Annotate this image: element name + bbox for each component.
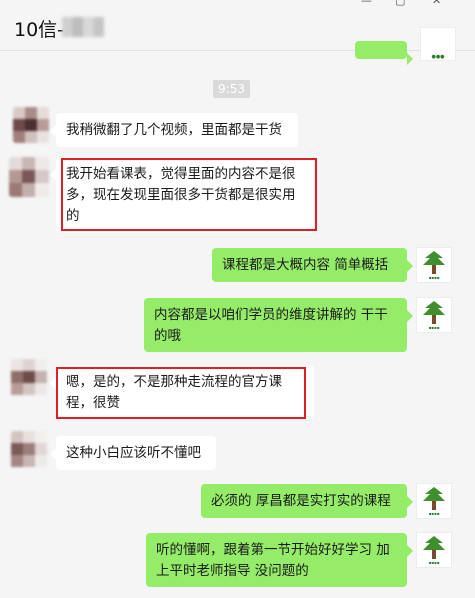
- highlight-box: [61, 158, 317, 231]
- chat-title: 10信-: [14, 19, 65, 41]
- tree-logo-icon: ▪▪▪▪: [423, 301, 445, 330]
- message-bubble-outgoing: 课程都是大概内容 简单概括: [212, 248, 413, 282]
- self-avatar[interactable]: ▪▪▪▪: [416, 483, 452, 519]
- tree-logo-icon: ▪▪▪▪: [423, 487, 445, 516]
- tree-logo-icon: ▪▪▪▪: [423, 536, 445, 565]
- svg-text:●●●: ●●●: [431, 54, 445, 60]
- timestamp-badge: 9:53: [213, 80, 250, 98]
- svg-text:▪▪▪▪: ▪▪▪▪: [429, 560, 440, 565]
- contact-avatar[interactable]: [9, 157, 49, 197]
- highlight-box: [56, 367, 306, 419]
- svg-text:▪▪▪▪: ▪▪▪▪: [429, 275, 440, 280]
- tree-logo-icon: ●●●: [431, 54, 445, 60]
- message-bubble-outgoing: 听的懂啊，跟着第一节开始好好学习 加上平时老师指导 没问题的: [146, 533, 413, 587]
- self-avatar[interactable]: ▪▪▪▪: [416, 297, 452, 333]
- message-bubble-partial: [355, 41, 413, 65]
- message-list[interactable]: ●●● 9:53 我稍微翻了几个视频，里面都是干货 我开始看课表，觉得里面的内容…: [0, 27, 475, 598]
- self-avatar[interactable]: ▪▪▪▪: [416, 247, 452, 283]
- contact-avatar[interactable]: [13, 107, 49, 143]
- message-bubble-incoming: 这种小白应该听不懂吧: [50, 436, 216, 470]
- maximize-button[interactable]: ▢: [395, 0, 405, 7]
- message-bubble-incoming: 我稍微翻了几个视频，里面都是干货: [50, 113, 298, 147]
- contact-avatar[interactable]: [11, 359, 47, 397]
- svg-text:▪▪▪▪: ▪▪▪▪: [429, 325, 440, 330]
- self-avatar[interactable]: ▪▪▪▪: [416, 532, 452, 568]
- contact-avatar[interactable]: [11, 431, 49, 469]
- tree-logo-icon: ▪▪▪▪: [423, 251, 445, 280]
- svg-text:▪▪▪▪: ▪▪▪▪: [429, 511, 440, 516]
- self-avatar[interactable]: ●●●: [420, 27, 456, 61]
- minimize-button[interactable]: —: [361, 0, 372, 7]
- message-bubble-outgoing: 内容都是以咱们学员的维度讲解的 干干的哦: [144, 298, 413, 352]
- blurred-contact-name: [62, 17, 104, 37]
- message-bubble-outgoing: 必须的 厚昌都是实打实的课程: [201, 484, 413, 518]
- close-button[interactable]: ✕: [432, 0, 441, 7]
